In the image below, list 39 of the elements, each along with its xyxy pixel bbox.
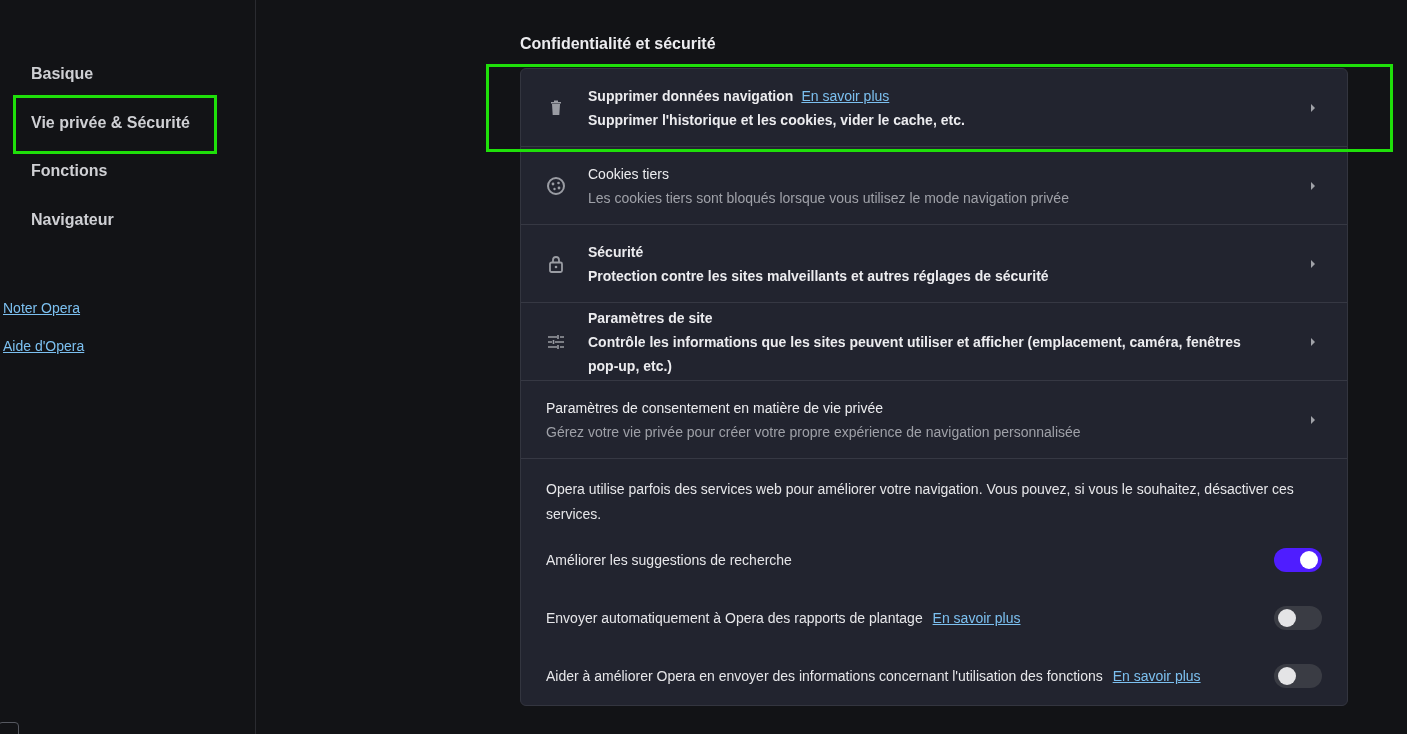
row-title: Supprimer données navigation: [588, 87, 794, 104]
chevron-right-icon: [1309, 258, 1317, 269]
toggle-switch[interactable]: [1274, 606, 1322, 630]
chevron-right-icon: [1309, 102, 1317, 113]
row-title: Cookies tiers: [588, 165, 669, 182]
chevron-right-icon: [1309, 414, 1317, 425]
toggle-label: Améliorer les suggestions de recherche: [546, 550, 793, 570]
row-description: Les cookies tiers sont bloqués lorsque vous utilisez le mode navigation privée: [588, 188, 1070, 208]
learn-more-link[interactable]: En savoir plus: [1112, 667, 1201, 684]
row-description: Contrôle les informations que les sites peuvent utiliser et afficher (emplacement, caméra, fenêtres pop-up, etc.): [588, 332, 1242, 376]
toggle-label: Aider à améliorer Opera en envoyer des informations concernant l'utilisation des fonctions En savoir plus: [546, 666, 1202, 686]
row-title: Sécurité: [588, 243, 644, 260]
settings-row[interactable]: Paramètres de site Contrôle les informations que les sites peuvent utiliser et afficher (emplacement, caméra, fenêtres pop-up, etc.): [521, 303, 1347, 381]
toggle-switch[interactable]: [1274, 548, 1322, 572]
row-description: Protection contre les sites malveillants et autres réglages de sécurité: [588, 266, 1050, 286]
services-description: Opera utilise parfois des services web pour améliorer votre navigation. Vous pouvez, si vous le souhaitez, désactiver ces services.: [545, 480, 1295, 524]
chevron-right-icon: [1309, 180, 1317, 191]
learn-more-link[interactable]: En savoir plus: [801, 87, 890, 104]
section-title: Confidentialité et sécurité: [520, 35, 717, 53]
sidebar-item[interactable]: Fonctions: [31, 161, 108, 181]
settings-row[interactable]: Paramètres de consentement en matière de vie privée Gérez votre vie privée pour créer votre propre expérience de navigation personnalisée: [521, 381, 1347, 459]
sidebar-item[interactable]: Navigateur: [31, 209, 114, 230]
row-title: Paramètres de consentement en matière de vie privée: [546, 399, 883, 416]
toggle-switch[interactable]: [1274, 664, 1322, 688]
sidebar-link[interactable]: Aide d'Opera: [3, 338, 85, 354]
settings-row[interactable]: Cookies tiers Les cookies tiers sont bloqués lorsque vous utilisez le mode navigation privée: [521, 147, 1347, 225]
sidebar-item[interactable]: Basique: [31, 64, 94, 84]
row-description: Gérez votre vie privée pour créer votre propre expérience de navigation personnalisée: [546, 422, 1082, 442]
sidebar-link[interactable]: Noter Opera: [3, 300, 81, 316]
chevron-right-icon: [1309, 336, 1317, 347]
cookie-icon: [546, 175, 566, 196]
learn-more-link[interactable]: En savoir plus: [932, 609, 1021, 626]
toggle-label: Envoyer automatiquement à Opera des rapports de plantage En savoir plus: [546, 608, 1022, 628]
row-title: Paramètres de site: [588, 309, 713, 326]
row-description: Supprimer l'historique et les cookies, vider le cache, etc.: [588, 110, 966, 130]
sidebar-item[interactable]: Vie privée & Sécurité: [31, 112, 190, 133]
settings-row[interactable]: Sécurité Protection contre les sites malveillants et autres réglages de sécurité: [521, 225, 1347, 303]
lock-icon: [546, 253, 566, 274]
settings-row[interactable]: Supprimer données navigation En savoir plus Supprimer l'historique et les cookies, vider le cache, etc.: [521, 69, 1347, 147]
